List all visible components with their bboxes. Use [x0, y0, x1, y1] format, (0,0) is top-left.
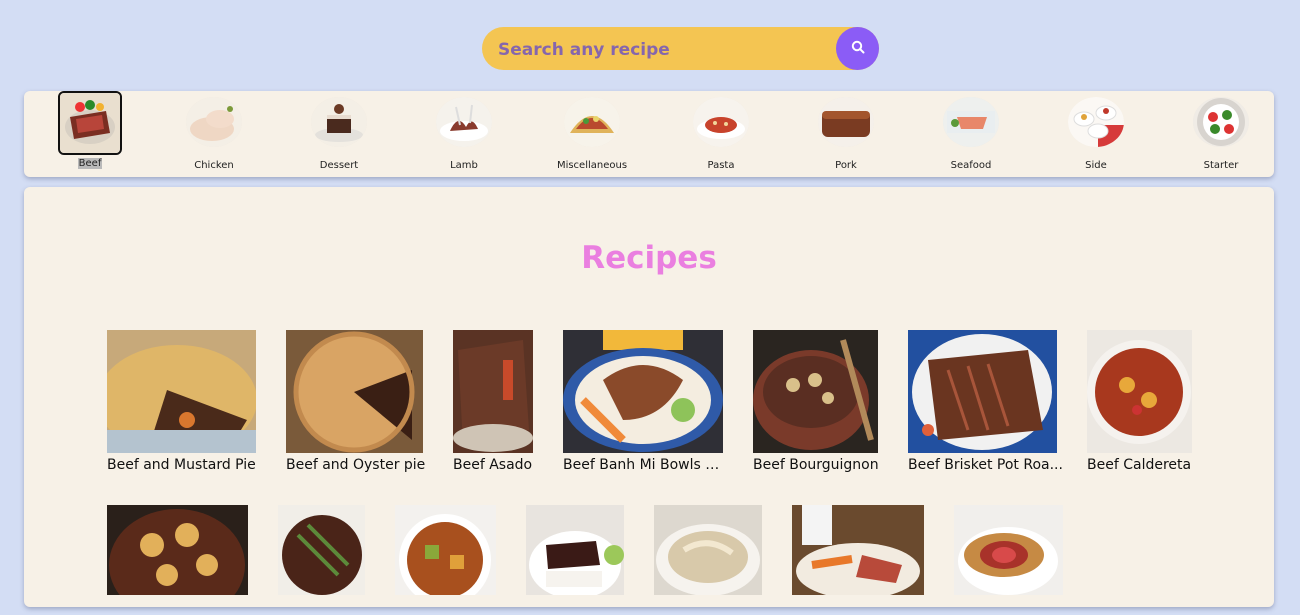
- recipe-image: [526, 505, 624, 595]
- category-label: Beef: [77, 158, 103, 169]
- recipe-name: Beef and Mustard Pie: [107, 457, 256, 473]
- recipe-image: [278, 505, 365, 595]
- category-image: [186, 97, 242, 147]
- recipe-image: [563, 330, 723, 453]
- recipe-image: [753, 330, 878, 453]
- category-label: Seafood: [950, 160, 992, 171]
- recipe-card[interactable]: Beef and Mustard Pie: [107, 330, 257, 475]
- recipes-panel: Recipes Beef and Mustard Pie Beef and Oy…: [24, 187, 1274, 607]
- category-beef[interactable]: Beef: [40, 91, 140, 177]
- category-label: Lamb: [450, 160, 478, 171]
- recipe-card[interactable]: [395, 505, 496, 615]
- category-label: Side: [1085, 160, 1107, 171]
- category-image: [693, 97, 749, 147]
- category-label: Pasta: [707, 160, 735, 171]
- category-label: Chicken: [194, 160, 234, 171]
- category-pork[interactable]: Pork: [796, 91, 896, 177]
- recipe-name: Beef Asado: [453, 457, 533, 473]
- recipe-card[interactable]: Beef Banh Mi Bowls w...: [563, 330, 725, 475]
- recipe-card[interactable]: [526, 505, 624, 615]
- category-dessert[interactable]: Dessert: [289, 91, 389, 177]
- recipe-image: [286, 330, 423, 453]
- recipe-image: [395, 505, 496, 595]
- search-icon: [851, 39, 865, 58]
- category-image: [311, 97, 367, 147]
- recipe-card[interactable]: [792, 505, 924, 615]
- recipe-image: [654, 505, 762, 595]
- recipe-card[interactable]: [107, 505, 248, 615]
- category-miscellaneous[interactable]: Miscellaneous: [542, 91, 642, 177]
- recipe-image: [107, 505, 248, 595]
- search-input[interactable]: [496, 27, 820, 72]
- category-label: Starter: [1203, 160, 1239, 171]
- category-lamb[interactable]: Lamb: [414, 91, 514, 177]
- category-image: [58, 91, 122, 155]
- recipe-card[interactable]: Beef Bourguignon: [753, 330, 883, 475]
- recipe-image: [792, 505, 924, 595]
- recipe-card[interactable]: [654, 505, 762, 615]
- category-image: [1193, 97, 1249, 147]
- recipe-name: Beef Banh Mi Bowls w...: [563, 457, 725, 473]
- recipe-image: [908, 330, 1057, 453]
- recipe-image: [1087, 330, 1192, 453]
- category-image: [818, 97, 874, 147]
- category-image: [564, 97, 620, 147]
- page-title: Recipes: [581, 240, 717, 276]
- recipe-image: [954, 505, 1063, 595]
- recipe-name: Beef Brisket Pot Roa...: [908, 457, 1063, 473]
- category-chicken[interactable]: Chicken: [164, 91, 264, 177]
- recipe-image: [453, 330, 533, 453]
- recipe-image: [107, 330, 256, 453]
- category-starter[interactable]: Starter: [1171, 91, 1271, 177]
- category-side[interactable]: Side: [1046, 91, 1146, 177]
- recipe-name: Beef Bourguignon: [753, 457, 879, 473]
- recipe-name: Beef and Oyster pie: [286, 457, 426, 473]
- category-pasta[interactable]: Pasta: [671, 91, 771, 177]
- recipe-card[interactable]: [954, 505, 1063, 615]
- category-image: [943, 97, 999, 147]
- recipe-card[interactable]: [278, 505, 365, 615]
- recipe-card[interactable]: Beef Asado: [453, 330, 535, 475]
- recipe-card[interactable]: Beef Brisket Pot Roa...: [908, 330, 1063, 475]
- search-bar: [482, 27, 879, 72]
- search-button[interactable]: [836, 27, 879, 70]
- recipe-name: Beef Caldereta: [1087, 457, 1192, 473]
- category-label: Dessert: [319, 160, 359, 171]
- category-image: [1068, 97, 1124, 147]
- recipe-card[interactable]: Beef and Oyster pie: [286, 330, 426, 475]
- category-bar: Beef Chicken Dessert Lamb Miscellaneous …: [24, 91, 1274, 177]
- category-label: Pork: [835, 160, 857, 171]
- category-label: Miscellaneous: [556, 160, 628, 171]
- recipe-card[interactable]: Beef Caldereta: [1087, 330, 1197, 475]
- category-seafood[interactable]: Seafood: [921, 91, 1021, 177]
- category-image: [436, 97, 492, 147]
